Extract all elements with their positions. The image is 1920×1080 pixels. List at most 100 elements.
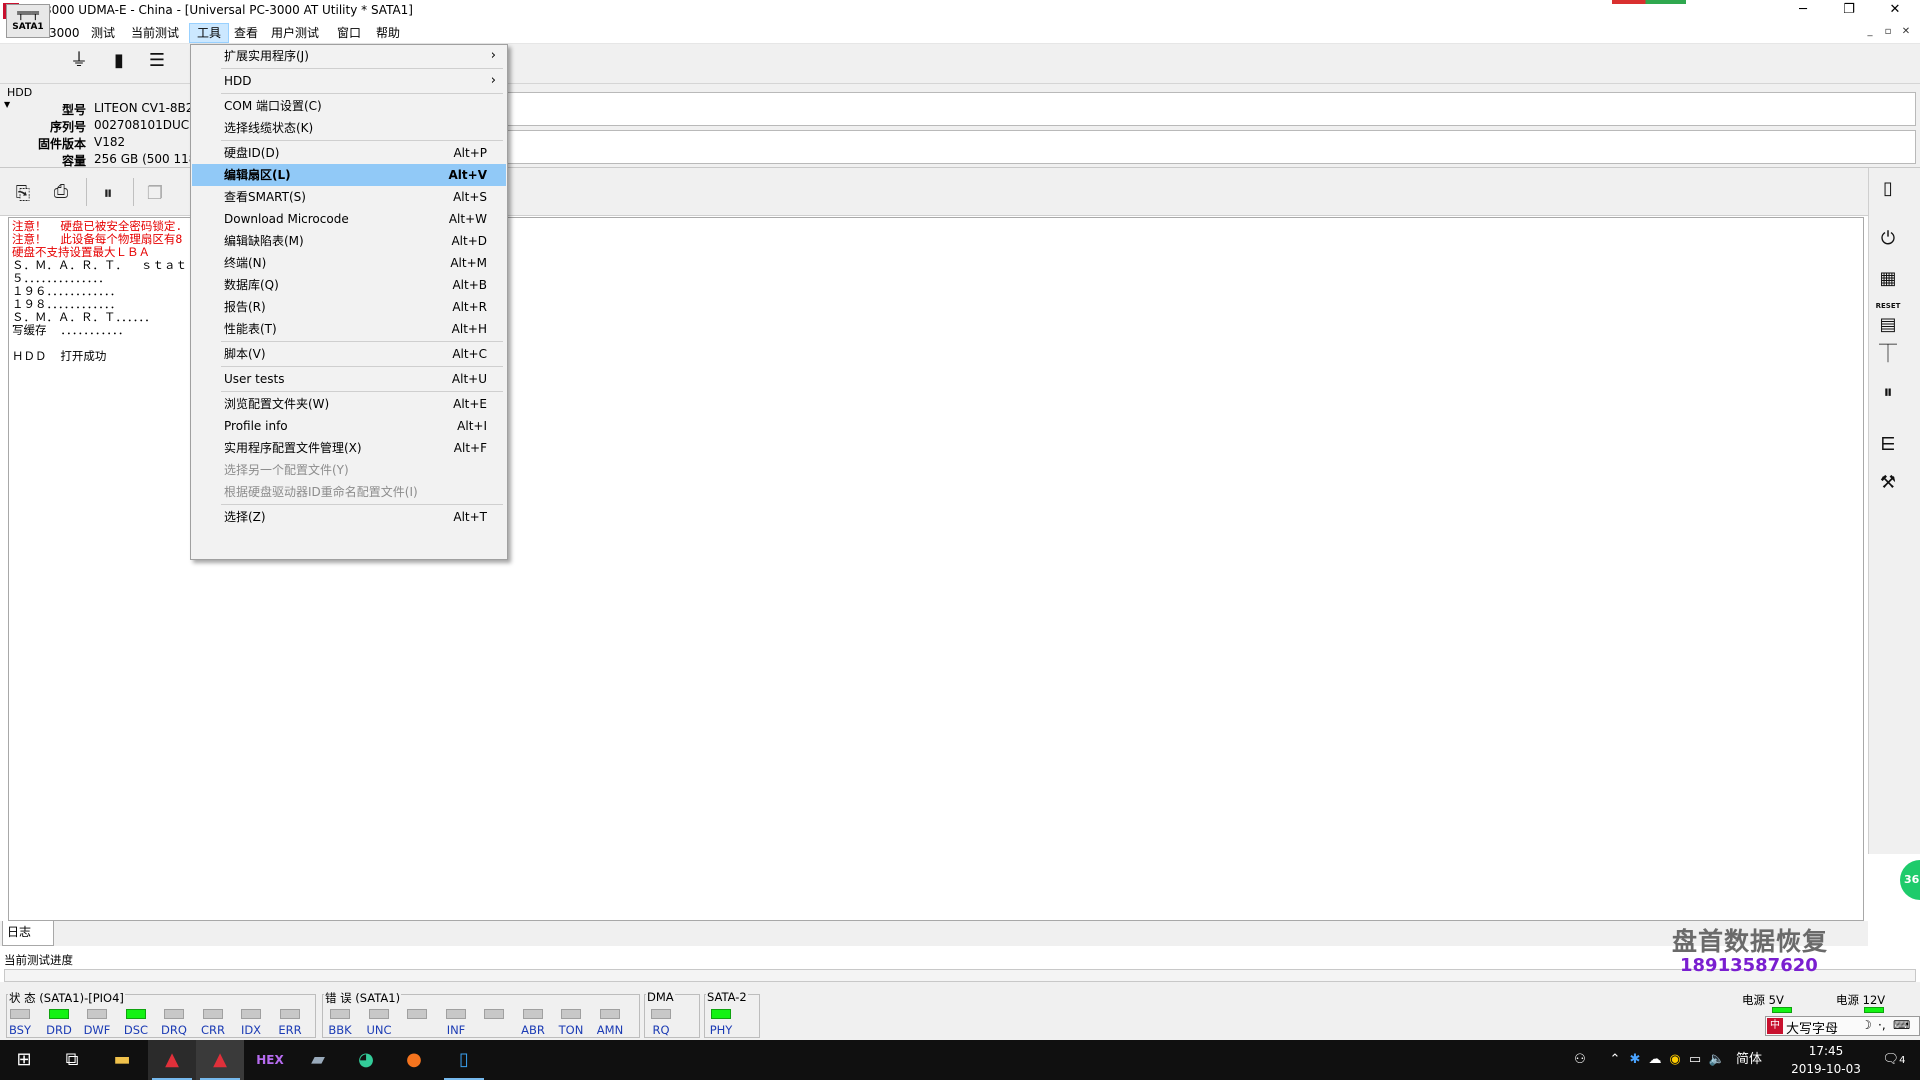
mdi-restore-button[interactable]: ▫	[1881, 25, 1895, 39]
tab-log[interactable]: 日志	[2, 921, 54, 946]
menu-item-shortcut: Alt+M	[450, 256, 487, 270]
menu-item-shortcut: Alt+S	[453, 190, 487, 204]
onedrive-icon[interactable]: ☁	[1646, 1040, 1664, 1080]
menu-separator	[221, 140, 503, 141]
menu-user-tests[interactable]: 用户测试	[264, 23, 326, 43]
chip-icon[interactable]: ▮	[102, 48, 136, 80]
bluetooth-icon[interactable]: ✱	[1626, 1040, 1644, 1080]
notification-center-icon[interactable]: 🗨4	[1874, 1040, 1914, 1080]
status-led-label: DWF	[83, 1023, 111, 1037]
menu-current-test[interactable]: 当前测试	[124, 23, 186, 43]
drive-info-icon[interactable]: ▯	[1870, 174, 1906, 204]
tools-menu-item[interactable]: COM 端口设置(C)	[192, 95, 506, 117]
clock-date[interactable]: 2019-10-03	[1790, 1062, 1862, 1076]
tools-menu-item[interactable]: 编辑扇区(L) Alt+V	[192, 164, 506, 186]
task-view-icon[interactable]: ⧉	[48, 1040, 96, 1080]
tools-menu-item[interactable]: 性能表(T) Alt+H	[192, 318, 506, 340]
copy-icon[interactable]: ❐	[142, 182, 168, 206]
status-led	[280, 1009, 300, 1019]
tools-menu-item[interactable]: 浏览配置文件夹(W) Alt+E	[192, 393, 506, 415]
security-icon[interactable]: ◉	[1666, 1040, 1684, 1080]
sliders-icon[interactable]: ⋿	[1870, 430, 1906, 460]
mdi-close-button[interactable]: ✕	[1899, 25, 1913, 39]
volume-icon[interactable]: 🔈	[1706, 1040, 1728, 1080]
close-button[interactable]: ✕	[1872, 0, 1918, 22]
tools-menu-item[interactable]: 选择(Z) Alt+T	[192, 506, 506, 528]
people-icon[interactable]: ⚇	[1566, 1040, 1594, 1080]
tools-menu-item[interactable]: 编辑缺陷表(M) Alt+D	[192, 230, 506, 252]
status-led	[126, 1009, 146, 1019]
tools-menu-item[interactable]: 实用程序配置文件管理(X) Alt+F	[192, 437, 506, 459]
power-toggle-icon[interactable]: ⏻	[1870, 224, 1906, 254]
board-icon[interactable]: ▦	[1870, 264, 1906, 294]
pc3000-icon[interactable]: ▲	[148, 1040, 196, 1080]
clock-time[interactable]: 17:45	[1790, 1044, 1862, 1058]
tools-menu-item[interactable]: User tests Alt+U	[192, 368, 506, 390]
watermark-name: 盘首数据恢复	[1672, 927, 1829, 956]
status-led-label: DRD	[46, 1023, 72, 1037]
pause-side-icon[interactable]: ⏸	[1870, 378, 1906, 408]
tools-menu-item[interactable]: 终端(N) Alt+M	[192, 252, 506, 274]
tools-icon[interactable]: ⚒	[1870, 468, 1906, 498]
status-led	[87, 1009, 107, 1019]
reset-icon[interactable]: RESET ▤	[1870, 302, 1906, 335]
power-5v-led	[1772, 1007, 1792, 1013]
collapse-arrow-icon[interactable]: ▼	[4, 100, 10, 109]
storage-tool-icon[interactable]: ◕	[342, 1040, 390, 1080]
mdi-minimize-button[interactable]: _	[1863, 25, 1877, 39]
tools-menu-item[interactable]: 数据库(Q) Alt+B	[192, 274, 506, 296]
side-floating-badge[interactable]: 36	[1900, 860, 1920, 900]
pc3000-icon[interactable]: ▲	[196, 1040, 244, 1080]
firefox-icon[interactable]: ●	[390, 1040, 438, 1080]
sata-port-button[interactable]: ╤═╤ SATA1	[6, 4, 50, 38]
network-icon[interactable]: ▭	[1686, 1040, 1704, 1080]
tools-menu-item[interactable]: Profile info Alt+I	[192, 415, 506, 437]
ime-halfwidth-icon[interactable]: ☽	[1861, 1018, 1872, 1032]
file-explorer-icon[interactable]: ▬	[98, 1040, 146, 1080]
minimize-button[interactable]: ─	[1780, 0, 1826, 22]
restore-button[interactable]: ❐	[1826, 0, 1872, 22]
pause-icon[interactable]: ⏸	[95, 182, 121, 206]
tools-menu-item[interactable]: 扩展实用程序(J) ›	[192, 45, 506, 67]
tools-menu-item[interactable]: 查看SMART(S) Alt+S	[192, 186, 506, 208]
menu-test[interactable]: 测试	[84, 23, 122, 43]
cable-icon[interactable]: ⏉	[1870, 340, 1906, 370]
open-config-icon[interactable]: ⎘	[10, 182, 36, 206]
save-config-icon[interactable]: ⎙	[48, 180, 74, 204]
tools-menu-item[interactable]: 选择线缆状态(K)	[192, 117, 506, 139]
power-plug-icon[interactable]: ⏚	[62, 48, 96, 80]
list-icon[interactable]: ☰	[140, 48, 174, 80]
tools-menu-item[interactable]: HDD ›	[192, 70, 506, 92]
menu-item-shortcut: Alt+V	[448, 168, 487, 182]
phone-app-icon[interactable]: ▯	[440, 1040, 488, 1080]
menu-window[interactable]: 窗口	[330, 23, 368, 43]
status-led	[651, 1009, 671, 1019]
menu-view[interactable]: 查看	[227, 23, 265, 43]
tools-menu-item[interactable]: 脚本(V) Alt+C	[192, 343, 506, 365]
ime-keyboard-icon[interactable]: ⌨	[1893, 1018, 1910, 1032]
toolbar-separator	[133, 178, 134, 206]
status-group-title: 状 态 (SATA1)-[PIO4]	[8, 990, 125, 1006]
tools-menu-item[interactable]: 报告(R) Alt+R	[192, 296, 506, 318]
ime-logo-icon[interactable]: 中	[1767, 1018, 1783, 1034]
tray-expand-icon[interactable]: ⌃	[1606, 1040, 1624, 1080]
hex-editor-icon[interactable]: HEX	[246, 1040, 294, 1080]
ime-punctuation-icon[interactable]: ·,	[1878, 1018, 1886, 1032]
tools-menu-item[interactable]: 硬盘ID(D) Alt+P	[192, 142, 506, 164]
ime-mode-indicator[interactable]: 简体	[1732, 1040, 1766, 1080]
menu-help[interactable]: 帮助	[369, 23, 407, 43]
firmware-value: V182	[94, 135, 126, 149]
start-icon[interactable]: ⊞	[0, 1040, 48, 1080]
menu-item-shortcut: Alt+T	[453, 510, 487, 524]
status-group-title: SATA-2	[706, 990, 748, 1004]
menu-tools[interactable]: 工具	[189, 23, 230, 43]
disk-tool-icon[interactable]: ▰	[294, 1040, 342, 1080]
menu-item-shortcut: Alt+H	[451, 322, 487, 336]
status-led	[561, 1009, 581, 1019]
tools-menu-item[interactable]: Download Microcode Alt+W	[192, 208, 506, 230]
model-value: LITEON CV1-8B2	[94, 101, 194, 115]
status-led-label: AMN	[596, 1023, 624, 1037]
menu-separator	[221, 504, 503, 505]
window-decoration	[1612, 0, 1686, 4]
ime-caps-indicator[interactable]: 大写字母	[1786, 1018, 1838, 1037]
